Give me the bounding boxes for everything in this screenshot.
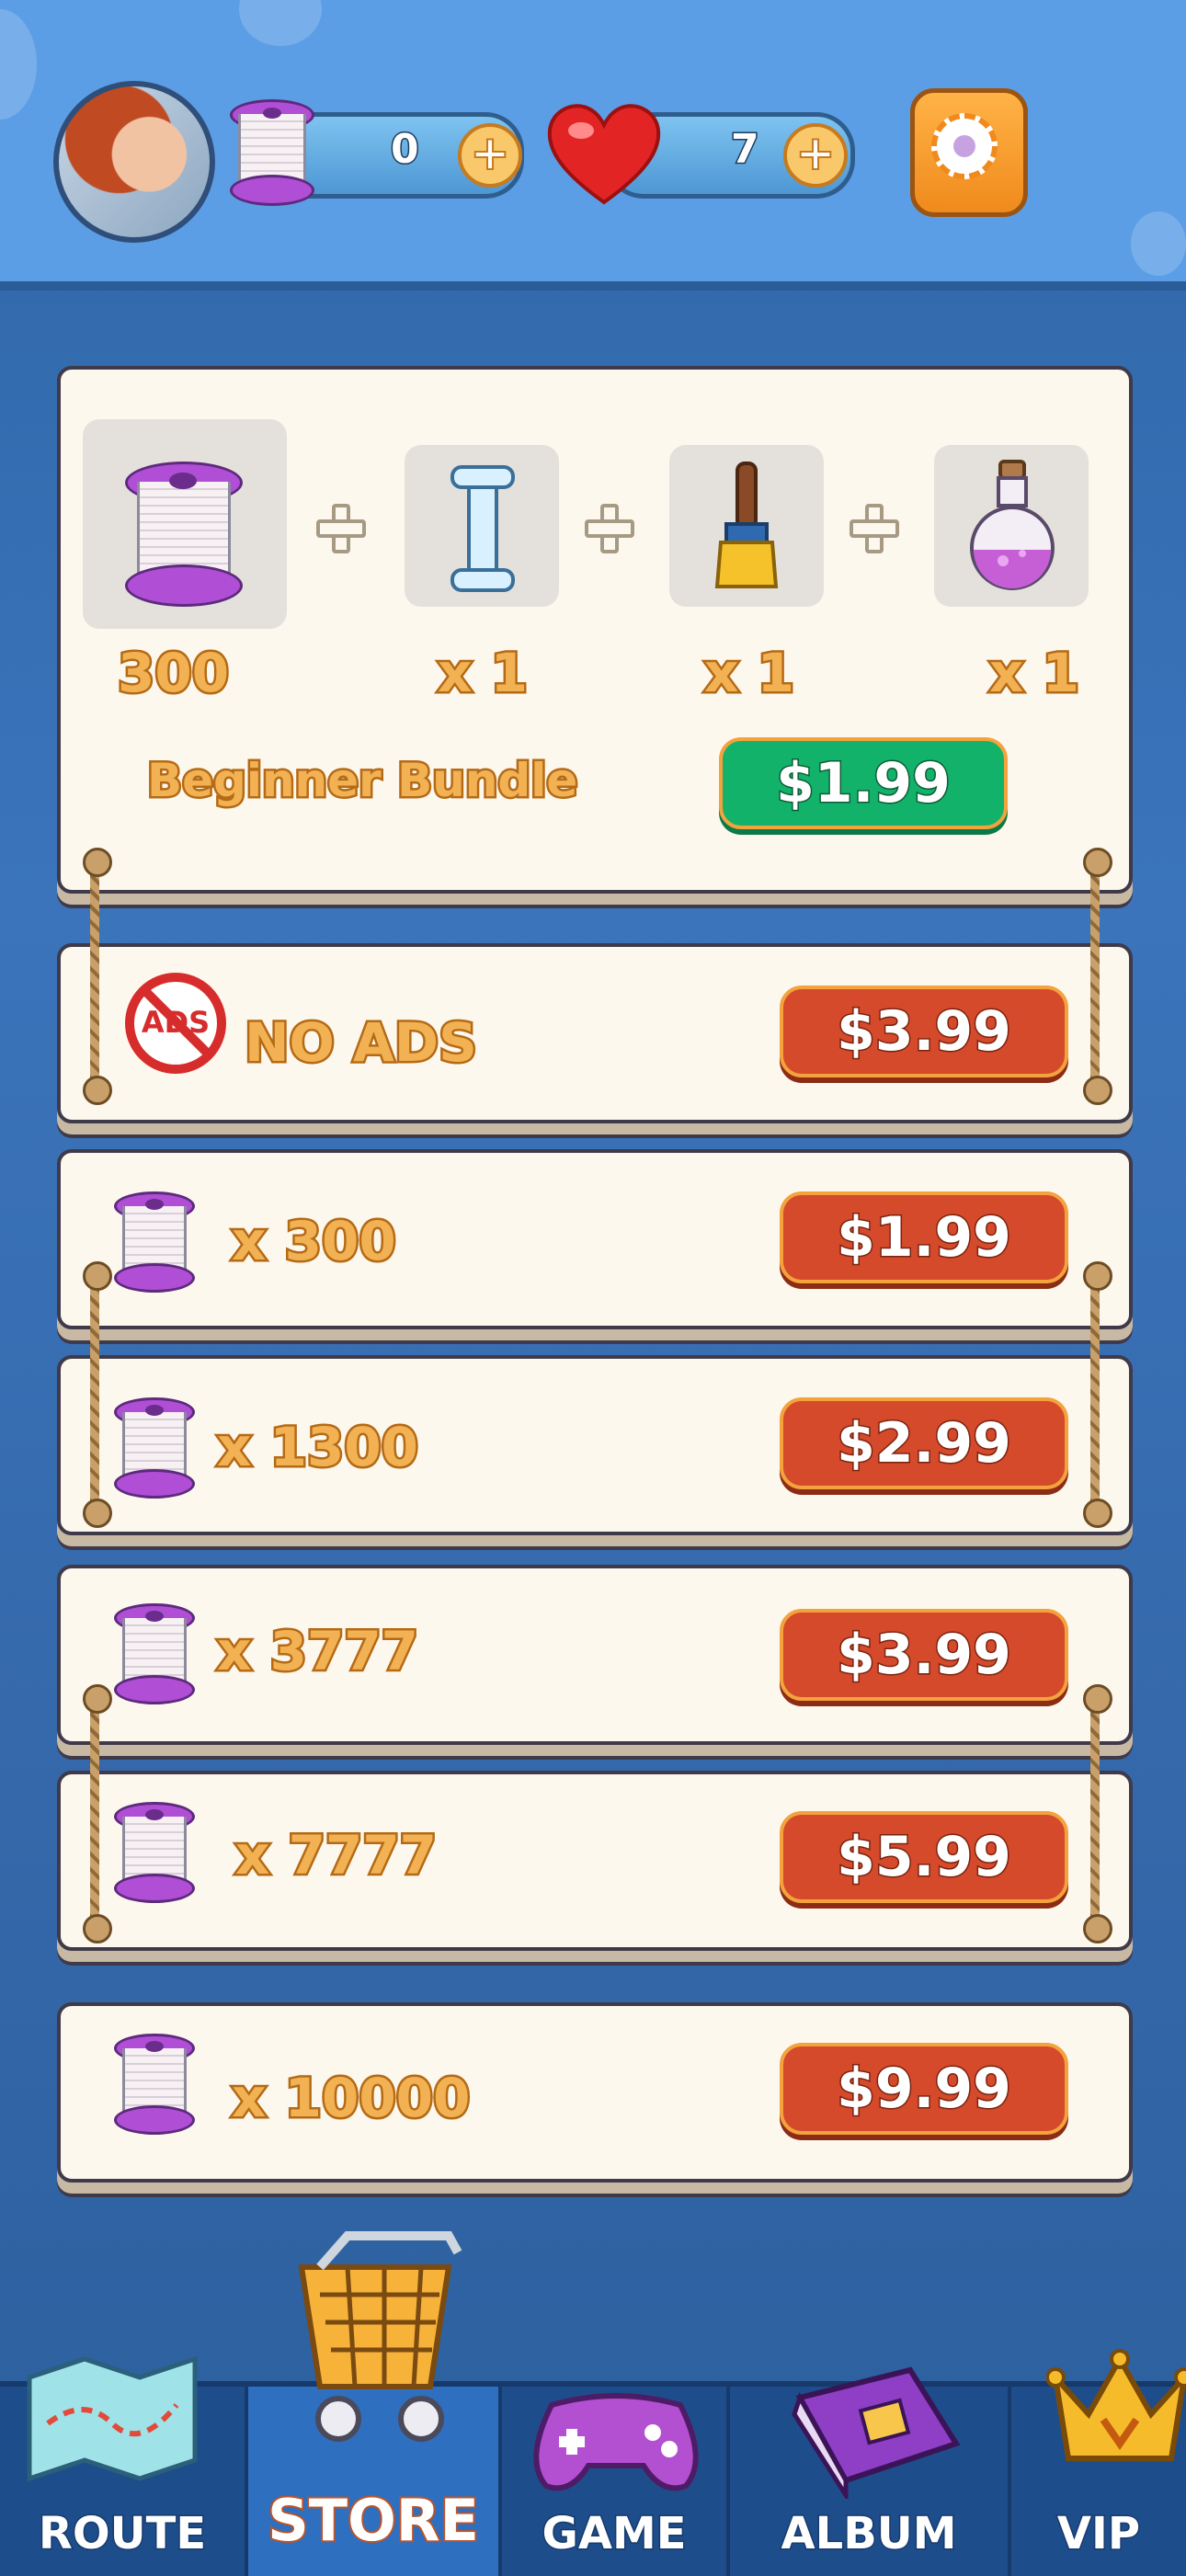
- shopping-cart-icon: [298, 2231, 462, 2442]
- plus-icon: [585, 504, 634, 553]
- tab-game[interactable]: GAME: [502, 2387, 730, 2576]
- thread-spool-icon: [114, 1603, 195, 1704]
- offer-buy-button[interactable]: $2.99: [780, 1397, 1068, 1489]
- rope-decoration: [1090, 1692, 1100, 1929]
- plus-icon: [316, 504, 366, 553]
- offer-quantity: x 7777: [233, 1822, 439, 1889]
- beginner-bundle-panel: 300 x 1 x 1 x 1 Beginner Bundle $1.99: [57, 366, 1133, 894]
- player-avatar[interactable]: [53, 81, 215, 243]
- plus-icon: [850, 504, 899, 553]
- gear-icon: [931, 113, 998, 179]
- rope-decoration: [83, 1499, 112, 1528]
- offer-buy-button[interactable]: $5.99: [780, 1811, 1068, 1903]
- rope-decoration: [1090, 855, 1100, 1090]
- tab-album-label: ALBUM: [780, 2507, 958, 2561]
- background-decoration: [0, 9, 37, 120]
- add-thread-button[interactable]: +: [458, 123, 522, 188]
- thread-spool-icon: [114, 1802, 195, 1903]
- rope-decoration: [1090, 1269, 1100, 1513]
- offer-row: x 10000 $9.99: [57, 2002, 1133, 2183]
- heart-icon: [547, 104, 661, 205]
- rope-decoration: [90, 855, 99, 1090]
- offer-buy-button[interactable]: $9.99: [780, 2043, 1068, 2135]
- top-bar: 0 + 7 +: [0, 0, 1186, 291]
- hearts-count: 7: [730, 125, 761, 175]
- thread-spool-icon: [114, 1397, 195, 1499]
- rope-decoration: [83, 1261, 112, 1291]
- no-ads-panel: ADS NO ADS $3.99: [57, 943, 1133, 1123]
- offer-buy-button[interactable]: $3.99: [780, 1609, 1068, 1701]
- offer-row: x 1300 $2.99: [57, 1355, 1133, 1535]
- rope-decoration: [1083, 1914, 1112, 1943]
- rope-decoration: [1083, 848, 1112, 877]
- rope-decoration: [1083, 1261, 1112, 1291]
- tab-route[interactable]: ROUTE: [0, 2355, 248, 2576]
- rope-decoration: [1083, 1499, 1112, 1528]
- map-icon: [27, 2355, 198, 2482]
- rope-decoration: [83, 848, 112, 877]
- bottom-navigation: ROUTE STORE GAME ALBUM VIP: [0, 2231, 1186, 2576]
- tab-store[interactable]: STORE: [248, 2231, 502, 2576]
- add-hearts-button[interactable]: +: [783, 123, 848, 188]
- bundle-title: Beginner Bundle: [144, 752, 579, 810]
- rope-decoration: [90, 1269, 99, 1513]
- offer-quantity: x 300: [230, 1208, 399, 1275]
- background-decoration: [239, 0, 322, 46]
- thread-spool-icon: [230, 99, 314, 206]
- offer-row: x 3777 $3.99: [57, 1565, 1133, 1745]
- rope-decoration: [83, 1914, 112, 1943]
- bone-icon: [450, 465, 515, 592]
- no-ads-icon: ADS: [125, 973, 226, 1074]
- bundle-item-qty: x 1: [987, 640, 1082, 707]
- gamepad-icon: [533, 2393, 699, 2491]
- potion-icon: [970, 460, 1055, 590]
- rope-decoration: [83, 1684, 112, 1714]
- offer-quantity: x 1300: [214, 1414, 420, 1481]
- bundle-item-qty: 300: [115, 640, 231, 707]
- offer-row: x 300 $1.99: [57, 1149, 1133, 1329]
- rope-decoration: [83, 1076, 112, 1105]
- bundle-item-qty: x 1: [436, 640, 530, 707]
- thread-spool-icon: [114, 2034, 195, 2135]
- album-book-icon: [792, 2366, 961, 2499]
- crown-icon: [1046, 2349, 1186, 2461]
- settings-button[interactable]: [910, 88, 1028, 217]
- thread-spool-icon: [125, 462, 243, 607]
- rope-decoration: [1083, 1684, 1112, 1714]
- rope-decoration: [1083, 1076, 1112, 1105]
- no-ads-buy-button[interactable]: $3.99: [780, 986, 1068, 1077]
- bundle-item-qty: x 1: [702, 640, 797, 707]
- offer-buy-button[interactable]: $1.99: [780, 1191, 1068, 1283]
- bundle-buy-button[interactable]: $1.99: [719, 737, 1008, 829]
- offer-quantity: x 3777: [214, 1618, 420, 1685]
- tab-album[interactable]: ALBUM: [730, 2366, 1011, 2576]
- tab-game-label: GAME: [541, 2507, 688, 2561]
- rope-decoration: [90, 1692, 99, 1929]
- background-decoration: [1131, 211, 1186, 276]
- no-ads-label: NO ADS: [243, 1009, 480, 1077]
- tab-store-label: STORE: [266, 2485, 481, 2556]
- tab-vip-label: VIP: [1055, 2507, 1141, 2561]
- thread-count: 0: [390, 125, 421, 175]
- tab-route-label: ROUTE: [37, 2507, 207, 2561]
- tab-vip[interactable]: VIP: [1011, 2349, 1186, 2576]
- paintbrush-icon: [714, 462, 779, 588]
- offer-row: x 7777 $5.99: [57, 1771, 1133, 1951]
- thread-spool-icon: [114, 1191, 195, 1293]
- offer-quantity: x 10000: [229, 2065, 472, 2132]
